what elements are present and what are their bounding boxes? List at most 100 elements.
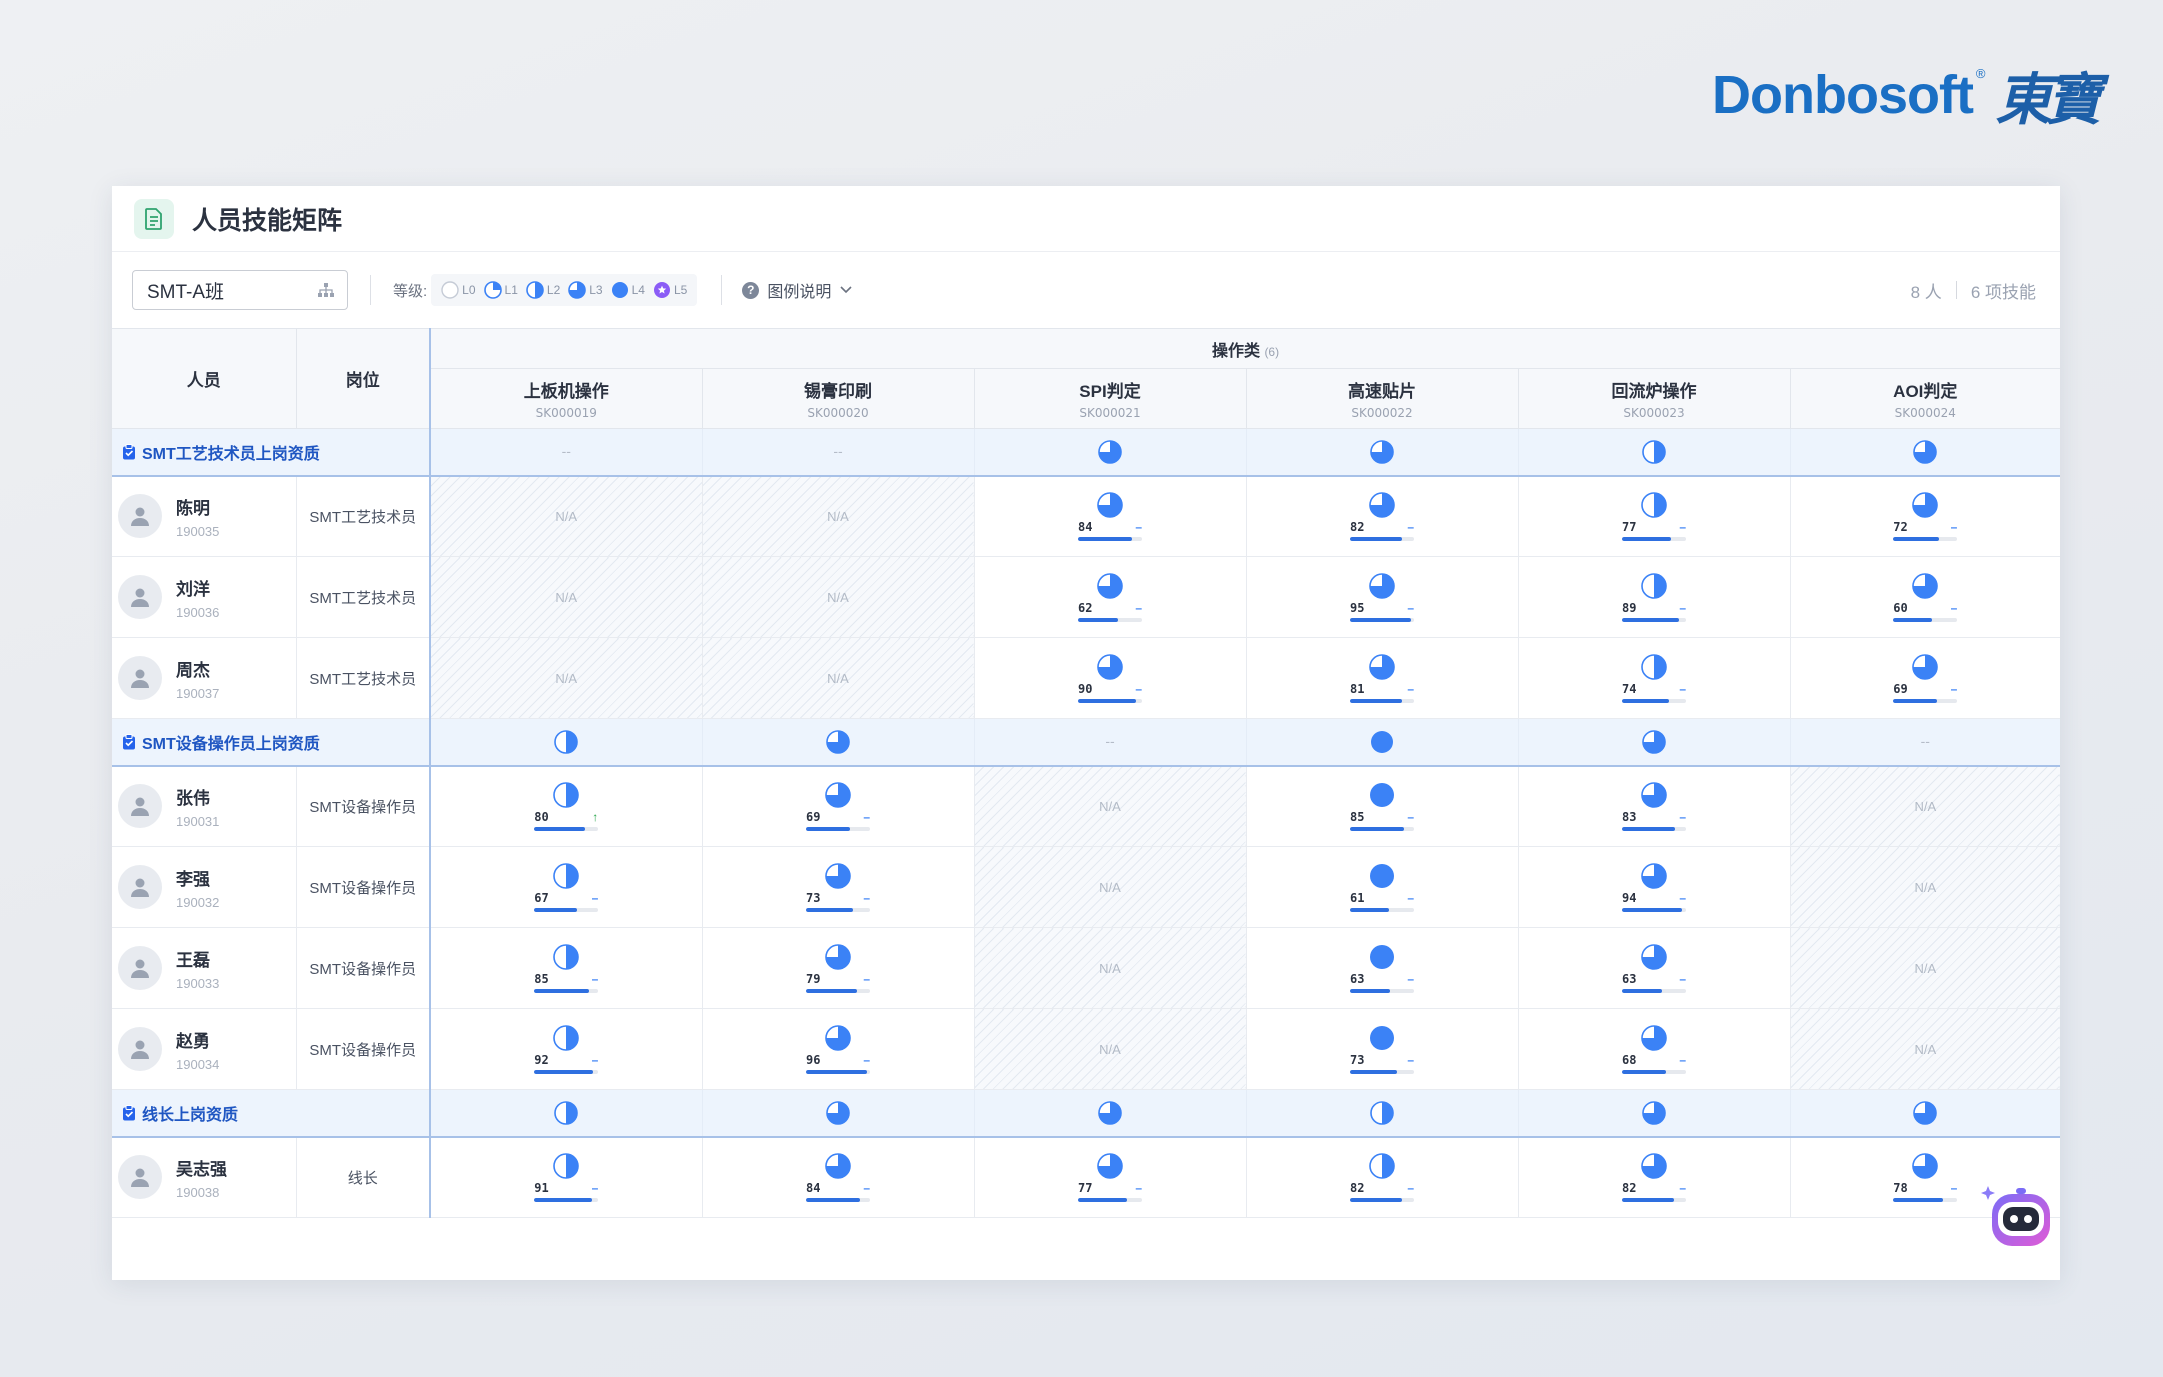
person-cell[interactable]: 赵勇 190034 <box>112 1008 297 1090</box>
trend-flat-icon: – <box>1407 681 1414 696</box>
score-bar-fill <box>806 907 853 912</box>
skill-cell[interactable]: 73 – <box>1246 1008 1519 1090</box>
score-bar-fill <box>534 1197 593 1202</box>
qualification-group-cell[interactable]: SMT设备操作员上岗资质 <box>112 718 431 767</box>
skill-header-sk000019[interactable]: 上板机操作 SK000019 <box>430 368 703 429</box>
clipboard-check-icon <box>122 443 136 460</box>
chevron-down-icon <box>840 286 852 294</box>
qualification-group-row: SMT设备操作员上岗资质 -- -- <box>112 718 2061 767</box>
score-bar-fill <box>1350 617 1411 622</box>
score-bar <box>534 826 599 831</box>
skill-header-sk000022[interactable]: 高速贴片 SK000022 <box>1246 368 1519 429</box>
skill-cell[interactable]: 61 – <box>1246 846 1519 928</box>
skill-header-sk000021[interactable]: SPI判定 SK000021 <box>974 368 1247 429</box>
level-legend-label: L5 <box>673 283 688 297</box>
score-bar-fill <box>1078 1197 1128 1202</box>
score-bar <box>534 1069 599 1074</box>
skill-cell[interactable]: 95 – <box>1246 556 1519 638</box>
person-cell[interactable]: 刘洋 190036 <box>112 556 297 638</box>
skill-cell[interactable]: 85 – <box>430 927 703 1009</box>
skill-cell[interactable]: 77 – <box>1518 475 1791 557</box>
skill-cell[interactable]: 72 – <box>1790 475 2061 557</box>
trend-flat-icon: – <box>1679 519 1686 534</box>
qualification-group-cell[interactable]: SMT工艺技术员上岗资质 <box>112 428 431 477</box>
skill-header-sk000024[interactable]: AOI判定 SK000024 <box>1790 368 2061 429</box>
skill-cell[interactable]: 85 – <box>1246 765 1519 847</box>
skill-cell[interactable]: 69 – <box>1790 637 2061 719</box>
trend-up-icon: ↑ <box>592 809 599 824</box>
skill-cell[interactable]: 69 – <box>702 765 975 847</box>
trend-flat-icon: – <box>1407 809 1414 824</box>
score-bar-fill <box>1622 698 1670 703</box>
required-level-cell: -- <box>974 718 1247 767</box>
skill-cell[interactable]: 67 – <box>430 846 703 928</box>
person-cell[interactable]: 周杰 190037 <box>112 637 297 719</box>
required-level-icon <box>554 729 579 754</box>
score-bar <box>1350 698 1414 703</box>
skill-cell[interactable]: 77 – <box>974 1136 1247 1218</box>
person-cell[interactable]: 张伟 190031 <box>112 765 297 847</box>
skill-cell[interactable]: 84 – <box>974 475 1247 557</box>
skill-cell[interactable]: 79 – <box>702 927 975 1009</box>
skill-cell[interactable]: 94 – <box>1518 846 1791 928</box>
avatar <box>118 656 162 700</box>
level-legend-label: L0 <box>462 283 476 297</box>
skill-score: 67 <box>534 890 549 905</box>
skill-score: 82 <box>1350 519 1365 534</box>
skill-score: 96 <box>806 1052 821 1067</box>
skill-cell[interactable]: 82 – <box>1246 1136 1519 1218</box>
skill-cell[interactable]: 91 – <box>430 1136 703 1218</box>
skill-cell[interactable]: 80 ↑ <box>430 765 703 847</box>
required-level-cell <box>974 428 1247 477</box>
skill-cell[interactable]: 73 – <box>702 846 975 928</box>
skill-cell[interactable]: 89 – <box>1518 556 1791 638</box>
skill-code: SK000024 <box>1894 406 1956 421</box>
level-legend-item-l0: L0 <box>441 281 476 299</box>
skill-cell[interactable]: 82 – <box>1246 475 1519 557</box>
skill-level-icon <box>1097 572 1123 599</box>
level-legend-label: L1 <box>504 283 518 297</box>
person-cell[interactable]: 李强 190032 <box>112 846 297 928</box>
legend-help-button[interactable]: ? 图例说明 <box>742 278 853 302</box>
skill-cell[interactable]: 74 – <box>1518 637 1791 719</box>
skill-cell[interactable]: 83 – <box>1518 765 1791 847</box>
skill-level-icon <box>553 781 580 808</box>
skill-cell[interactable]: 92 – <box>430 1008 703 1090</box>
person-post: SMT工艺技术员 <box>296 556 431 638</box>
divider <box>721 275 723 305</box>
skill-level-icon <box>1641 653 1667 680</box>
skill-cell[interactable]: 84 – <box>702 1136 975 1218</box>
skill-cell[interactable]: 63 – <box>1518 927 1791 1009</box>
ai-assistant-button[interactable] <box>1978 1176 2062 1260</box>
skill-name: 回流炉操作 <box>1611 382 1697 402</box>
skill-level-icon <box>1912 653 1939 680</box>
person-cell[interactable]: 吴志强 190038 <box>112 1136 297 1218</box>
skill-header-sk000023[interactable]: 回流炉操作 SK000023 <box>1518 368 1791 429</box>
team-select[interactable]: SMT-A班 <box>132 270 348 310</box>
score-bar-fill <box>1078 617 1118 622</box>
skill-level-icon <box>553 1024 580 1051</box>
required-level-cell <box>974 1089 1247 1138</box>
person-cell[interactable]: 王磊 190033 <box>112 927 297 1009</box>
skill-cell[interactable]: 82 – <box>1518 1136 1791 1218</box>
skill-cell[interactable]: 96 – <box>702 1008 975 1090</box>
trend-flat-icon: – <box>1950 600 1958 615</box>
skill-cell[interactable]: 90 – <box>974 637 1247 719</box>
skill-cell-na: N/A <box>1790 1008 2061 1090</box>
qualification-group-cell[interactable]: 线长上岗资质 <box>112 1089 431 1138</box>
skill-cell[interactable]: 63 – <box>1246 927 1519 1009</box>
skill-cell-na: N/A <box>1790 927 2061 1009</box>
skill-cell[interactable]: 81 – <box>1246 637 1519 719</box>
skill-level-icon <box>1641 572 1667 599</box>
person-post: SMT设备操作员 <box>296 846 431 928</box>
avatar <box>118 494 162 539</box>
skill-score: 91 <box>534 1180 549 1195</box>
skill-score: 69 <box>806 809 821 824</box>
skill-cell[interactable]: 62 – <box>974 556 1247 638</box>
score-bar-fill <box>1622 617 1679 622</box>
skill-cell[interactable]: 68 – <box>1518 1008 1791 1090</box>
skill-header-sk000020[interactable]: 锡膏印刷 SK000020 <box>702 368 975 429</box>
person-cell[interactable]: 陈明 190035 <box>112 475 297 557</box>
skill-cell[interactable]: 60 – <box>1790 556 2061 638</box>
skill-code: SK000021 <box>1079 406 1141 421</box>
